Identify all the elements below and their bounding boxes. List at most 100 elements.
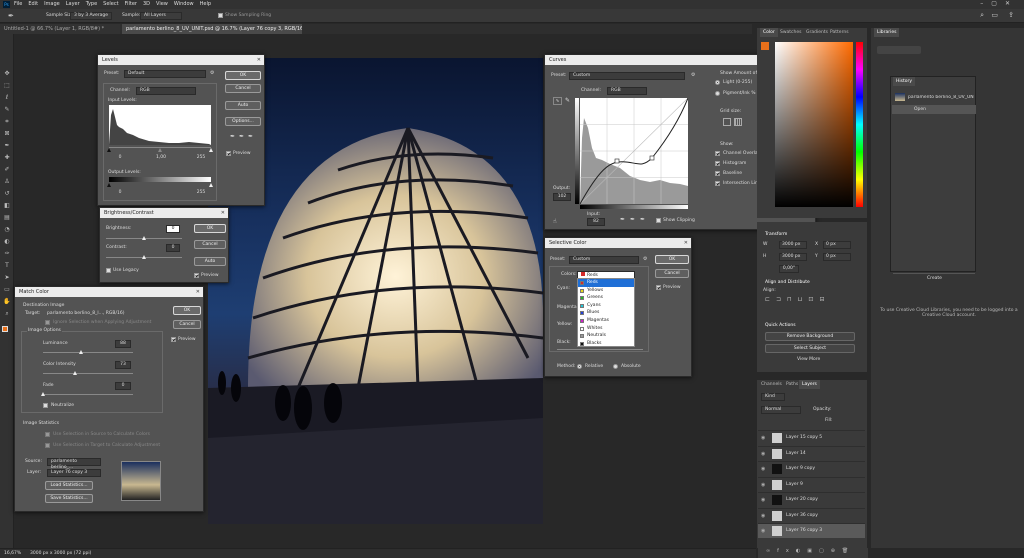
dodge-tool-icon[interactable]: ◐	[3, 238, 11, 246]
eyedropper-icons[interactable]: ✒✒✒	[230, 133, 257, 140]
sc-preview-checkbox[interactable]	[656, 285, 661, 290]
tab-swatches[interactable]: Swatches	[777, 28, 805, 37]
eye-icon[interactable]: ◉	[761, 435, 765, 441]
color-field[interactable]	[775, 42, 853, 207]
input-gamma-knob[interactable]	[158, 148, 162, 152]
shape-tool-icon[interactable]: ▭	[3, 286, 11, 294]
input-black-knob[interactable]	[107, 148, 111, 152]
input-black-field[interactable]: 0	[109, 155, 131, 163]
menu-item-edit[interactable]: Edit	[28, 1, 38, 7]
eye-icon[interactable]: ◉	[761, 482, 765, 488]
tab-patterns[interactable]: Patterns	[827, 28, 852, 37]
x-field[interactable]: 0 px	[823, 241, 851, 249]
blend-mode-select[interactable]: Normal	[761, 406, 801, 414]
window-controls[interactable]: –▢✕	[980, 0, 1018, 7]
frame-tool-icon[interactable]: ⊠	[3, 130, 11, 138]
pencil-icon[interactable]: ✎	[565, 97, 570, 104]
histogram-checkbox[interactable]	[715, 161, 720, 166]
menu-item-file[interactable]: File	[14, 1, 22, 7]
y-field[interactable]: 0 px	[823, 253, 851, 261]
sc-option-greens[interactable]: Greens	[578, 294, 634, 302]
close-icon[interactable]: ✕	[684, 238, 688, 248]
marquee-tool-icon[interactable]: ⬚	[3, 82, 11, 90]
use-sel-source-checkbox[interactable]	[45, 432, 50, 437]
save-stats-button[interactable]: Save Statistics...	[45, 494, 93, 503]
output-black-field[interactable]: 0	[109, 190, 131, 198]
sc-option-magentas[interactable]: Magentas	[578, 317, 634, 325]
channel-select[interactable]: RGB	[136, 87, 196, 95]
eye-icon[interactable]: ◉	[761, 466, 765, 472]
menu-item-3d[interactable]: 3D	[143, 1, 150, 7]
kind-select[interactable]: Kind	[761, 393, 785, 401]
gear-icon[interactable]: ⚙	[210, 70, 214, 76]
close-icon[interactable]: ✕	[257, 55, 261, 65]
menu-item-window[interactable]: Window	[174, 1, 194, 7]
tab-libraries[interactable]: Libraries	[874, 28, 900, 37]
eyedropper-tool-icon[interactable]: ✒	[3, 142, 11, 150]
layers-footer-icons[interactable]: ∞fx◐▣▢⊕🗑	[758, 548, 868, 558]
type-tool-icon[interactable]: T	[3, 262, 11, 270]
eye-icon[interactable]: ◉	[761, 528, 765, 534]
w-field[interactable]: 3000 px	[779, 241, 807, 249]
target-adjust-icon[interactable]: ☝	[553, 218, 557, 225]
curves-graph[interactable]	[580, 98, 688, 204]
doc-tab-2[interactable]: parlamento berlino_8_UV_UNIT.psd @ 16.7%…	[122, 24, 302, 34]
hue-slider[interactable]	[856, 42, 863, 207]
sc-preset-select[interactable]: Custom	[569, 256, 639, 264]
show-ring-checkbox[interactable]	[218, 13, 223, 18]
layer-row[interactable]: ◉ Layer 9	[758, 476, 865, 492]
intensity-knob[interactable]	[73, 371, 77, 375]
sc-colors-dropdown[interactable]: Reds Yellows Greens Cyans Blues Magentas White…	[577, 278, 635, 347]
quick-select-icon[interactable]: ✎	[3, 106, 11, 114]
healing-tool-icon[interactable]: ✚	[3, 154, 11, 162]
menu-item-select[interactable]: Select	[103, 1, 118, 7]
brightness-knob[interactable]	[142, 236, 146, 240]
pigment-radio[interactable]	[715, 91, 720, 96]
grid-detailed-icon[interactable]	[734, 118, 742, 126]
contrast-field[interactable]: 0	[166, 244, 180, 252]
menu-item-image[interactable]: Image	[44, 1, 60, 7]
history-open-row[interactable]: Open	[892, 105, 976, 114]
output-field[interactable]: 102	[553, 193, 571, 201]
menu-item-filter[interactable]: Filter	[125, 1, 137, 7]
ignore-selection-checkbox[interactable]	[45, 320, 50, 325]
channel-overlays-checkbox[interactable]	[715, 151, 720, 156]
angle-field[interactable]: 0,00°	[779, 265, 799, 273]
light-radio[interactable]	[715, 80, 720, 85]
h-field[interactable]: 3000 px	[779, 253, 807, 261]
eye-icon[interactable]: ◉	[761, 497, 765, 503]
show-clipping-checkbox[interactable]	[656, 218, 661, 223]
baseline-checkbox[interactable]	[715, 171, 720, 176]
layer-row[interactable]: ◉ Layer 14	[758, 445, 865, 461]
close-icon[interactable]: ✕	[221, 208, 225, 218]
blur-tool-icon[interactable]: ◔	[3, 226, 11, 234]
levels-ok-button[interactable]: OK	[225, 71, 261, 80]
stamp-tool-icon[interactable]: ♙	[3, 178, 11, 186]
history-brush-icon[interactable]: ↺	[3, 190, 11, 198]
sample-size-select[interactable]: 3 by 3 Average	[70, 12, 112, 20]
legacy-checkbox[interactable]	[106, 268, 111, 273]
bc-auto-button[interactable]: Auto	[194, 257, 226, 266]
sc-option-blues[interactable]: Blues	[578, 309, 634, 317]
fade-knob[interactable]	[41, 392, 45, 396]
levels-options-button[interactable]: Options...	[225, 117, 261, 126]
bc-preview-checkbox[interactable]	[194, 273, 199, 278]
absolute-radio[interactable]	[613, 364, 618, 369]
menu-item-view[interactable]: View	[156, 1, 168, 7]
gear-icon[interactable]: ⚙	[691, 72, 695, 78]
close-icon[interactable]: ✕	[196, 287, 200, 297]
zoom-tool-icon[interactable]: ⌕	[3, 310, 11, 318]
output-black-knob[interactable]	[107, 183, 111, 187]
share-icon[interactable]: ⇪	[1008, 11, 1014, 19]
fade-field[interactable]: 0	[115, 382, 131, 390]
input-field[interactable]: 82	[587, 218, 605, 226]
levels-cancel-button[interactable]: Cancel	[225, 84, 261, 93]
luminance-field[interactable]: 88	[115, 340, 131, 348]
select-subject-button[interactable]: Select Subject	[765, 344, 855, 353]
input-white-knob[interactable]	[209, 148, 213, 152]
hand-tool-icon[interactable]: ✋	[3, 298, 11, 306]
levels-preview-checkbox[interactable]	[226, 151, 231, 156]
gear-icon[interactable]: ⚙	[643, 256, 647, 262]
pen-tool-icon[interactable]: ✑	[3, 250, 11, 258]
sc-option-cyans[interactable]: Cyans	[578, 302, 634, 310]
